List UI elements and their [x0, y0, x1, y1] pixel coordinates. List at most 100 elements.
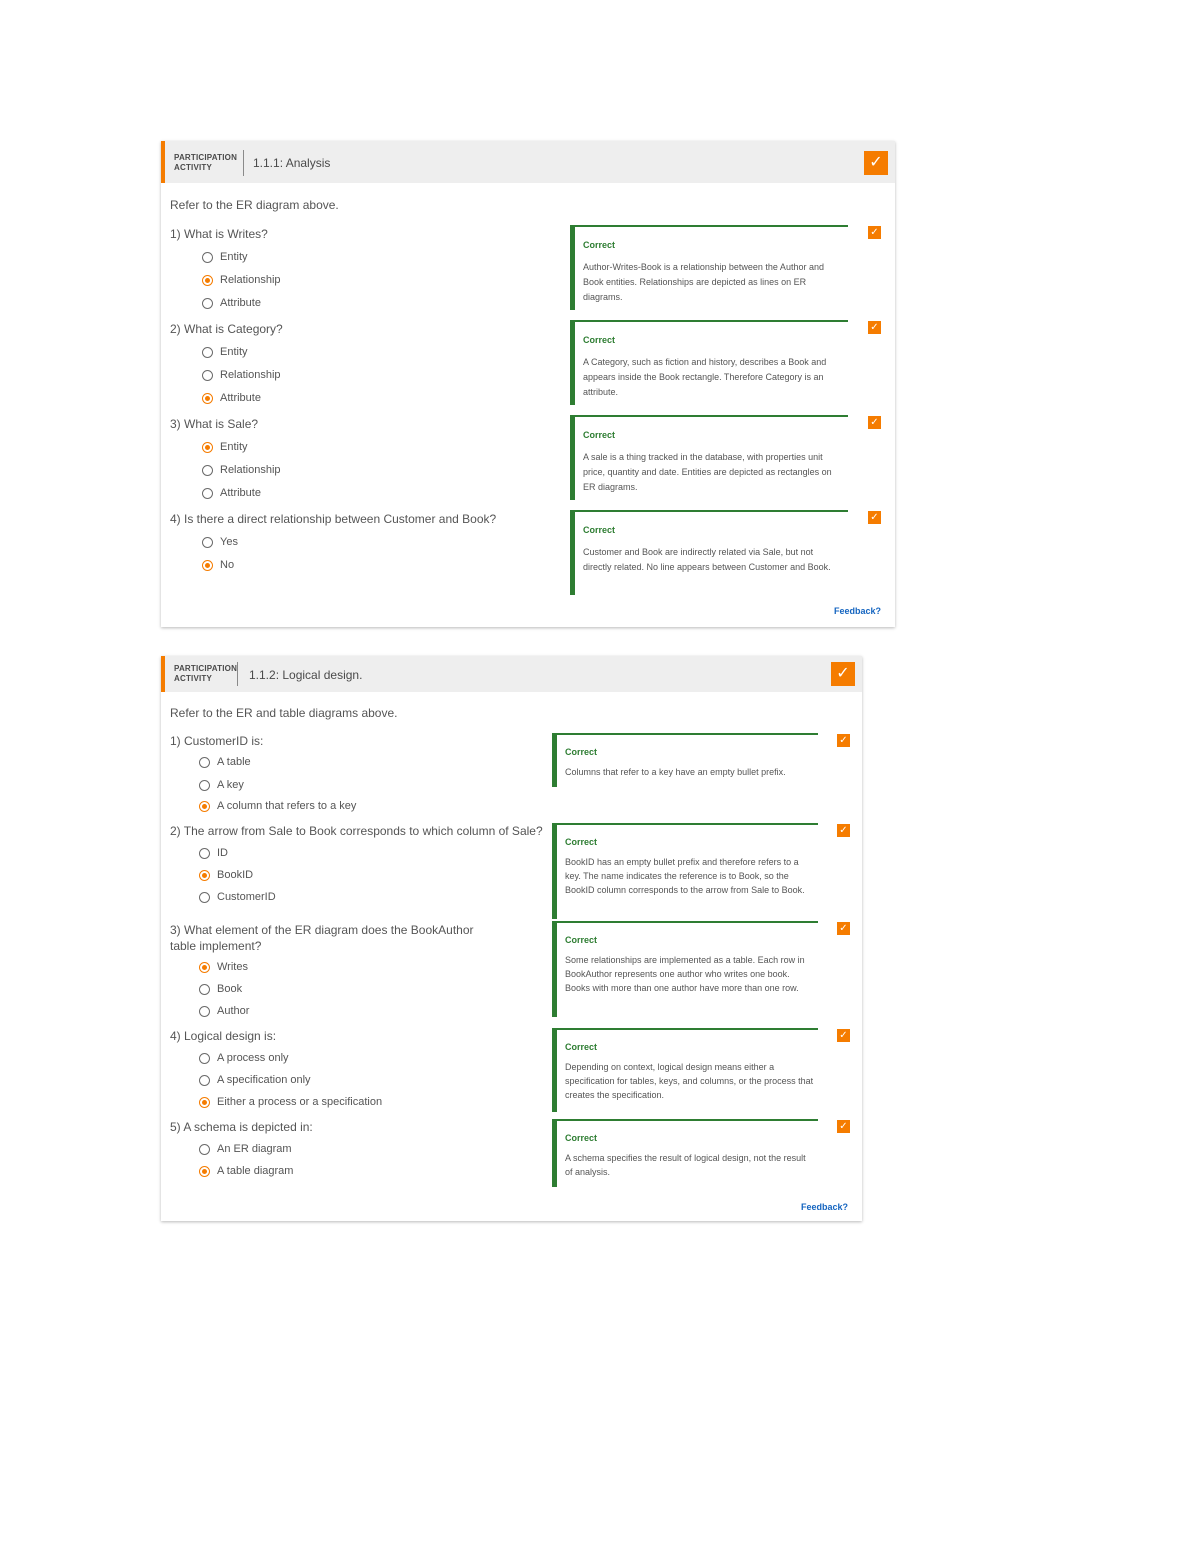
option-attribute[interactable]: Attribute [202, 295, 261, 311]
radio-icon[interactable] [202, 251, 213, 263]
radio-icon[interactable] [202, 464, 213, 476]
feedback-text: A Category, such as fiction and history,… [583, 357, 827, 397]
option-label: Entity [220, 346, 248, 358]
radio-selected-icon[interactable] [202, 274, 213, 286]
option-yes[interactable]: Yes [202, 534, 238, 550]
option-entity[interactable]: Entity [202, 439, 248, 455]
radio-icon[interactable] [202, 346, 213, 358]
radio-icon[interactable] [199, 1074, 210, 1086]
option-process-only[interactable]: A process only [199, 1050, 289, 1066]
question-check-icon: ✓ [837, 1120, 850, 1133]
option-book[interactable]: Book [199, 981, 242, 997]
radio-icon[interactable] [199, 1143, 210, 1155]
option-no[interactable]: No [202, 557, 234, 573]
question-check-icon: ✓ [837, 1029, 850, 1042]
question-2: 2) The arrow from Sale to Book correspon… [170, 824, 543, 838]
option-a-key[interactable]: A key [199, 777, 244, 793]
option-customerid[interactable]: CustomerID [199, 889, 276, 905]
option-relationship[interactable]: Relationship [202, 462, 281, 478]
radio-selected-icon[interactable] [199, 1165, 210, 1177]
feedback-title: Correct [583, 335, 616, 345]
radio-icon[interactable] [199, 1052, 210, 1064]
option-column-refers-key[interactable]: A column that refers to a key [199, 798, 356, 814]
feedback-link[interactable]: Feedback? [834, 606, 881, 616]
feedback-correct-3: Correct Some relationships are implement… [552, 921, 818, 1017]
option-table-diagram[interactable]: A table diagram [199, 1163, 293, 1179]
radio-icon[interactable] [202, 297, 213, 309]
option-specification-only[interactable]: A specification only [199, 1072, 311, 1088]
option-entity[interactable]: Entity [202, 249, 248, 265]
feedback-text: Customer and Book are indirectly related… [583, 547, 831, 572]
feedback-text: Some relationships are implemented as a … [565, 955, 805, 993]
activity-title: 1.1.2: Logical design. [249, 668, 363, 682]
participation-activity-analysis: PARTICIPATION ACTIVITY 1.1.1: Analysis ✓… [161, 141, 895, 627]
option-label: Attribute [220, 297, 261, 309]
option-either[interactable]: Either a process or a specification [199, 1094, 382, 1110]
activity-intro: Refer to the ER and table diagrams above… [170, 706, 398, 720]
radio-selected-icon[interactable] [199, 961, 210, 973]
question-4: 4) Logical design is: [170, 1029, 277, 1043]
question-1: 1) CustomerID is: [170, 734, 264, 748]
option-label: BookID [217, 869, 254, 881]
radio-icon[interactable] [199, 1005, 210, 1017]
participation-activity-logical-design: PARTICIPATION ACTIVITY 1.1.2: Logical de… [161, 656, 862, 1221]
option-er-diagram[interactable]: An ER diagram [199, 1141, 292, 1157]
radio-selected-icon[interactable] [199, 1096, 210, 1108]
radio-icon[interactable] [199, 847, 210, 859]
question-3: 3) What is Sale? [170, 417, 259, 431]
feedback-title: Correct [583, 240, 616, 250]
option-a-table[interactable]: A table [199, 754, 251, 770]
option-label: Relationship [220, 464, 281, 476]
option-label: A table diagram [217, 1165, 294, 1177]
question-1: 1) What is Writes? [170, 227, 268, 241]
feedback-title: Correct [565, 935, 598, 945]
question-check-icon: ✓ [868, 226, 881, 239]
feedback-text: Columns that refer to a key have an empt… [565, 767, 786, 777]
radio-icon[interactable] [199, 891, 210, 903]
feedback-correct-4: Correct Customer and Book are indirectly… [570, 510, 848, 595]
option-relationship[interactable]: Relationship [202, 272, 281, 288]
feedback-title: Correct [565, 1133, 598, 1143]
option-label: A process only [217, 1052, 289, 1064]
feedback-text: Depending on context, logical design mea… [565, 1062, 814, 1100]
feedback-text: Author-Writes-Book is a relationship bet… [583, 262, 824, 302]
label-line-1: PARTICIPATION [174, 153, 238, 162]
feedback-title: Correct [583, 525, 616, 535]
option-label: Entity [220, 441, 248, 453]
activity-header: PARTICIPATION ACTIVITY 1.1.1: Analysis ✓ [161, 141, 895, 183]
option-label: A table [217, 756, 251, 768]
radio-selected-icon[interactable] [202, 441, 213, 453]
option-label: Relationship [220, 274, 281, 286]
option-author[interactable]: Author [199, 1003, 249, 1019]
question-3: 3) What element of the ER diagram does t… [170, 923, 474, 953]
option-relationship[interactable]: Relationship [202, 367, 281, 383]
question-check-icon: ✓ [837, 734, 850, 747]
radio-icon[interactable] [202, 369, 213, 381]
radio-selected-icon[interactable] [199, 800, 210, 812]
feedback-title: Correct [583, 430, 616, 440]
radio-selected-icon[interactable] [202, 392, 213, 404]
radio-icon[interactable] [202, 536, 213, 548]
radio-selected-icon[interactable] [199, 869, 210, 881]
option-label: Entity [220, 251, 248, 263]
activity-header: PARTICIPATION ACTIVITY 1.1.2: Logical de… [161, 656, 862, 692]
option-bookid[interactable]: BookID [199, 867, 253, 883]
question-check-icon: ✓ [868, 321, 881, 334]
option-attribute[interactable]: Attribute [202, 390, 261, 406]
feedback-link[interactable]: Feedback? [801, 1202, 848, 1212]
option-id[interactable]: ID [199, 845, 228, 861]
participation-activity-label: PARTICIPATION ACTIVITY [174, 153, 237, 173]
option-writes[interactable]: Writes [199, 959, 248, 975]
radio-icon[interactable] [199, 756, 210, 768]
option-attribute[interactable]: Attribute [202, 485, 261, 501]
radio-selected-icon[interactable] [202, 559, 213, 571]
option-label: Relationship [220, 369, 281, 381]
question-4: 4) Is there a direct relationship betwee… [170, 512, 497, 526]
option-entity[interactable]: Entity [202, 344, 248, 360]
radio-icon[interactable] [202, 487, 213, 499]
radio-icon[interactable] [199, 983, 210, 995]
label-line-2: ACTIVITY [174, 163, 213, 172]
radio-icon[interactable] [199, 779, 210, 791]
option-label: Attribute [220, 392, 261, 404]
label-line-2: ACTIVITY [174, 674, 213, 683]
